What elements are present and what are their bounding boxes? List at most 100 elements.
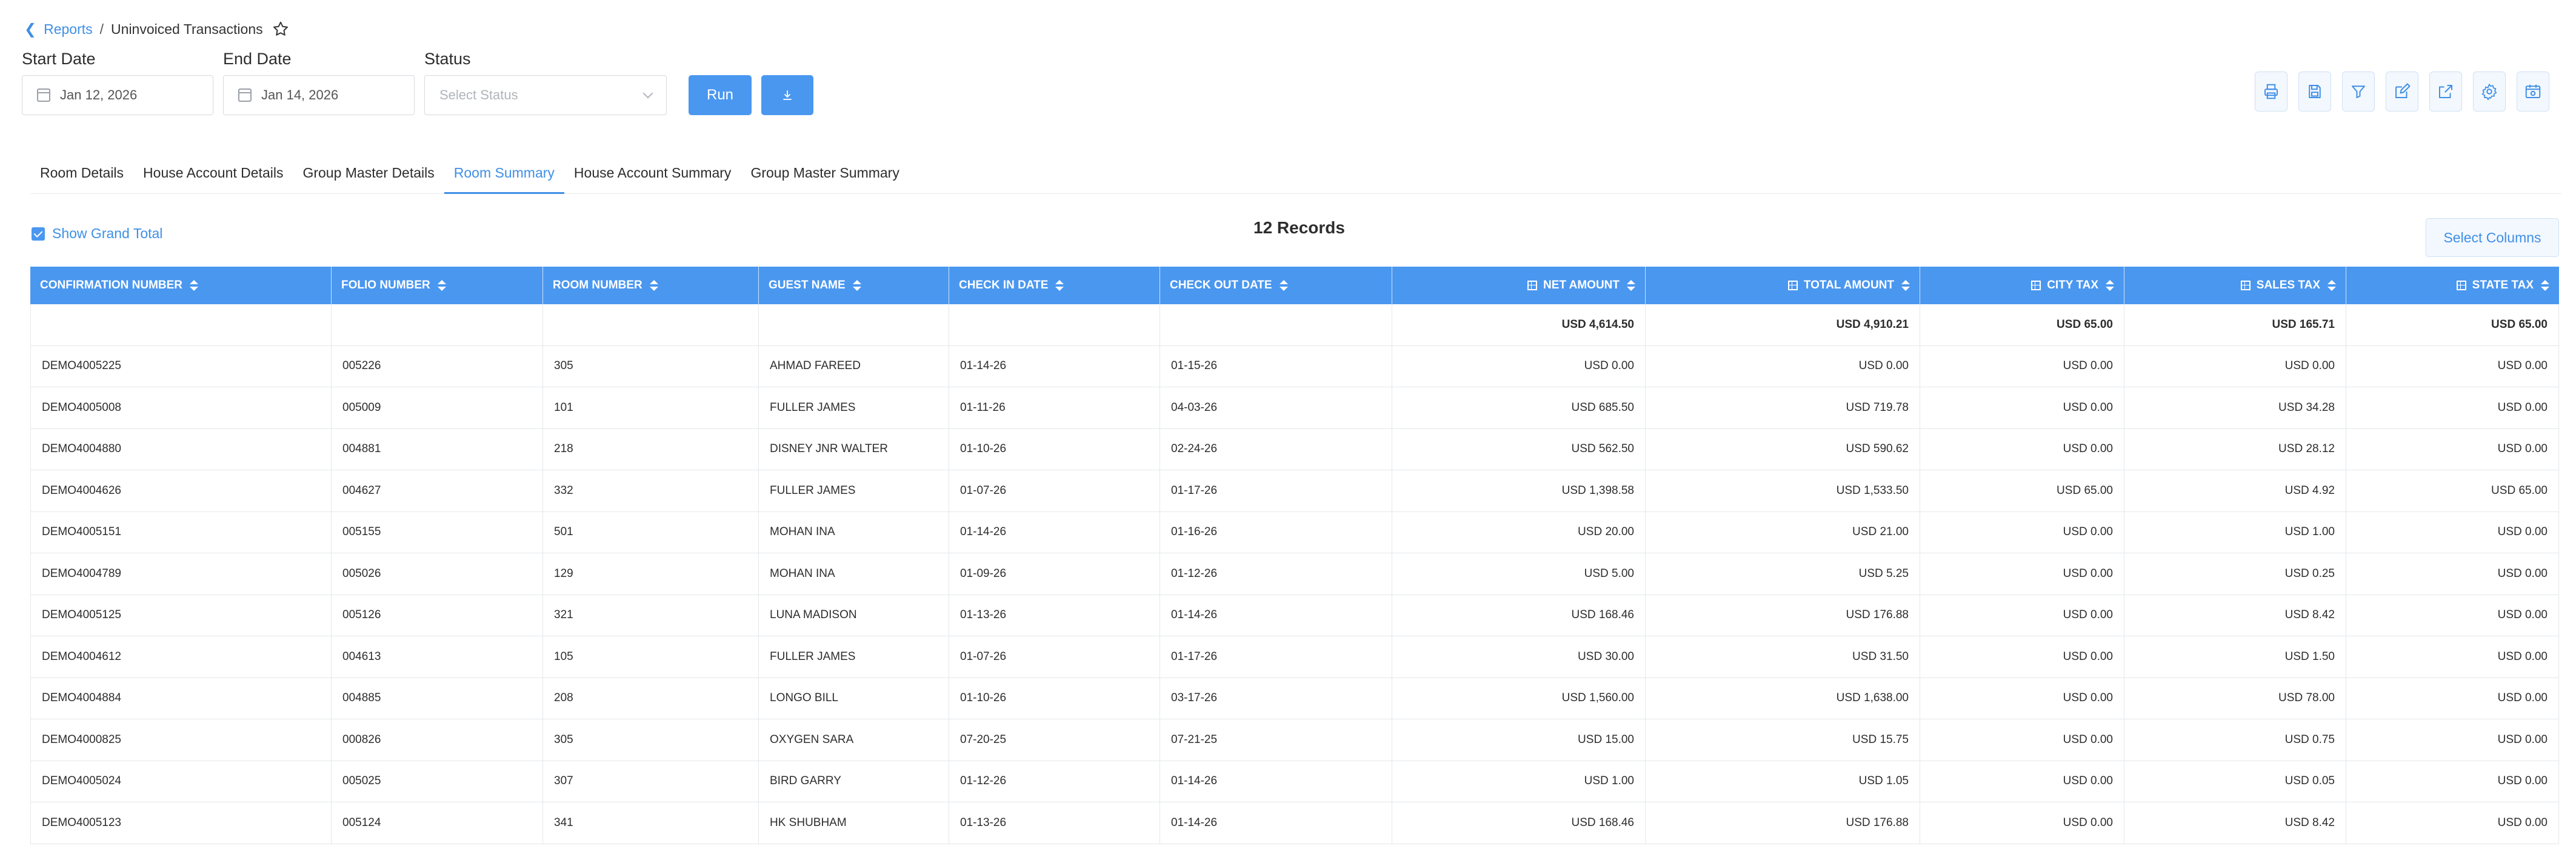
column-header-total-amount[interactable]: TOTAL AMOUNT bbox=[1646, 267, 1920, 304]
total-cell-guest-name bbox=[759, 304, 949, 345]
cell-state-tax: USD 0.00 bbox=[2346, 428, 2559, 470]
sort-icon[interactable] bbox=[1627, 280, 1635, 291]
column-header-room-number[interactable]: ROOM NUMBER bbox=[543, 267, 759, 304]
cell-folio-number: 005126 bbox=[332, 595, 543, 636]
sort-icon[interactable] bbox=[649, 280, 658, 291]
sort-icon[interactable] bbox=[1901, 280, 1910, 291]
column-options-icon[interactable] bbox=[2031, 281, 2041, 290]
external-link-icon bbox=[2439, 85, 2452, 98]
download-button[interactable] bbox=[761, 75, 813, 115]
column-header-folio-number[interactable]: FOLIO NUMBER bbox=[332, 267, 543, 304]
edit-button[interactable] bbox=[2386, 72, 2418, 112]
cell-folio-number: 005155 bbox=[332, 511, 543, 553]
save-icon bbox=[2309, 85, 2321, 98]
breadcrumb-reports-link[interactable]: Reports bbox=[44, 21, 93, 38]
cell-confirmation-number: DEMO4005008 bbox=[30, 387, 332, 428]
select-columns-button[interactable]: Select Columns bbox=[2426, 218, 2559, 257]
cell-state-tax: USD 65.00 bbox=[2346, 470, 2559, 511]
column-header-label: TOTAL AMOUNT bbox=[1803, 279, 1894, 291]
cell-folio-number: 004885 bbox=[332, 678, 543, 719]
column-header-label: NET AMOUNT bbox=[1543, 279, 1620, 291]
sort-icon[interactable] bbox=[1055, 280, 1064, 291]
run-button[interactable]: Run bbox=[689, 75, 752, 115]
filter-icon bbox=[2352, 85, 2365, 98]
cell-confirmation-number: DEMO4005225 bbox=[30, 345, 332, 387]
cell-room-number: 305 bbox=[543, 345, 759, 387]
column-header-check-in-date[interactable]: CHECK IN DATE bbox=[949, 267, 1160, 304]
sort-icon[interactable] bbox=[190, 280, 199, 291]
tab-room-details[interactable]: Room Details bbox=[30, 155, 133, 194]
cell-total-amount: USD 1,533.50 bbox=[1646, 470, 1920, 511]
sort-icon[interactable] bbox=[2106, 280, 2114, 291]
tab-house-account-summary[interactable]: House Account Summary bbox=[564, 155, 741, 194]
tab-house-account-details[interactable]: House Account Details bbox=[133, 155, 293, 194]
print-button[interactable] bbox=[2255, 72, 2287, 112]
cell-sales-tax: USD 8.42 bbox=[2124, 802, 2346, 844]
tab-group-master-details[interactable]: Group Master Details bbox=[293, 155, 444, 194]
start-date-field[interactable]: Jan 12, 2026 bbox=[22, 75, 213, 115]
cell-check-in-date: 07-20-25 bbox=[949, 719, 1160, 761]
cell-room-number: 105 bbox=[543, 636, 759, 678]
cell-folio-number: 005226 bbox=[332, 345, 543, 387]
cell-total-amount: USD 590.62 bbox=[1646, 428, 1920, 470]
cell-folio-number: 000826 bbox=[332, 719, 543, 761]
cell-net-amount: USD 1,560.00 bbox=[1392, 678, 1646, 719]
chevron-left-icon[interactable]: ❮ bbox=[24, 21, 36, 38]
cell-check-out-date: 01-14-26 bbox=[1160, 595, 1392, 636]
status-select[interactable]: Select Status bbox=[424, 75, 667, 115]
filter-button[interactable] bbox=[2342, 72, 2375, 112]
total-cell-city-tax: USD 65.00 bbox=[1920, 304, 2124, 345]
star-icon[interactable] bbox=[272, 20, 290, 38]
show-grand-total-checkbox[interactable] bbox=[32, 227, 45, 241]
sort-icon[interactable] bbox=[2541, 280, 2549, 291]
cell-guest-name: LUNA MADISON bbox=[759, 595, 949, 636]
sort-icon[interactable] bbox=[1279, 280, 1288, 291]
table-row: DEMO4004884 004885 208 LONGO BILL 01-10-26 03… bbox=[30, 678, 2559, 719]
column-header-label: FOLIO NUMBER bbox=[341, 279, 430, 291]
column-options-icon[interactable] bbox=[2456, 281, 2466, 290]
schedule-settings-button[interactable] bbox=[2517, 72, 2549, 112]
tab-group-master-summary[interactable]: Group Master Summary bbox=[741, 155, 909, 194]
column-header-confirmation-number[interactable]: CONFIRMATION NUMBER bbox=[30, 267, 332, 304]
cell-city-tax: USD 0.00 bbox=[1920, 387, 2124, 428]
cell-check-out-date: 01-14-26 bbox=[1160, 761, 1392, 802]
cell-confirmation-number: DEMO4004626 bbox=[30, 470, 332, 511]
column-header-label: CONFIRMATION NUMBER bbox=[40, 279, 183, 291]
sort-icon[interactable] bbox=[852, 280, 861, 291]
column-header-state-tax[interactable]: STATE TAX bbox=[2346, 267, 2559, 304]
sort-icon[interactable] bbox=[2327, 280, 2336, 291]
column-header-city-tax[interactable]: CITY TAX bbox=[1920, 267, 2124, 304]
table-row: DEMO4005125 005126 321 LUNA MADISON 01-13-26… bbox=[30, 595, 2559, 636]
show-grand-total-toggle[interactable]: Show Grand Total bbox=[32, 225, 162, 242]
column-header-net-amount[interactable]: NET AMOUNT bbox=[1392, 267, 1646, 304]
tab-room-summary[interactable]: Room Summary bbox=[444, 155, 564, 194]
cell-sales-tax: USD 0.00 bbox=[2124, 345, 2346, 387]
cell-net-amount: USD 15.00 bbox=[1392, 719, 1646, 761]
table-row: DEMO4004880 004881 218 DISNEY JNR WALTER 01-… bbox=[30, 428, 2559, 470]
cell-confirmation-number: DEMO4004612 bbox=[30, 636, 332, 678]
cell-sales-tax: USD 34.28 bbox=[2124, 387, 2346, 428]
external-link-button[interactable] bbox=[2429, 72, 2462, 112]
cell-city-tax: USD 0.00 bbox=[1920, 511, 2124, 553]
cell-state-tax: USD 0.00 bbox=[2346, 636, 2559, 678]
column-header-check-out-date[interactable]: CHECK OUT DATE bbox=[1160, 267, 1392, 304]
column-header-sales-tax[interactable]: SALES TAX bbox=[2124, 267, 2346, 304]
column-options-icon[interactable] bbox=[2240, 281, 2251, 290]
column-options-icon[interactable] bbox=[1787, 281, 1798, 290]
end-date-field[interactable]: Jan 14, 2026 bbox=[223, 75, 415, 115]
save-button[interactable] bbox=[2298, 72, 2331, 112]
gear-icon bbox=[2481, 84, 2497, 101]
settings-button[interactable] bbox=[2473, 72, 2506, 112]
cell-check-in-date: 01-07-26 bbox=[949, 636, 1160, 678]
calendar-icon bbox=[37, 88, 50, 102]
column-options-icon[interactable] bbox=[1527, 281, 1538, 290]
column-header-guest-name[interactable]: GUEST NAME bbox=[759, 267, 949, 304]
cell-confirmation-number: DEMO4005151 bbox=[30, 511, 332, 553]
cell-folio-number: 005009 bbox=[332, 387, 543, 428]
cell-check-out-date: 04-03-26 bbox=[1160, 387, 1392, 428]
sort-icon[interactable] bbox=[437, 280, 446, 291]
cell-check-out-date: 07-21-25 bbox=[1160, 719, 1392, 761]
cell-total-amount: USD 176.88 bbox=[1646, 595, 1920, 636]
cell-room-number: 305 bbox=[543, 719, 759, 761]
cell-sales-tax: USD 1.00 bbox=[2124, 511, 2346, 553]
